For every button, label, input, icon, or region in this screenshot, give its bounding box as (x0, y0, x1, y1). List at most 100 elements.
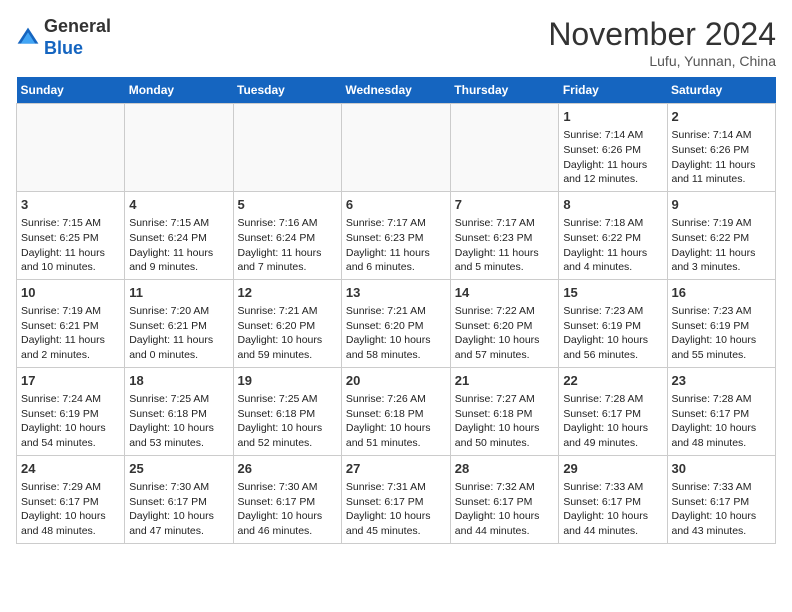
day-info: Sunrise: 7:30 AM Sunset: 6:17 PM Dayligh… (238, 480, 337, 539)
calendar-cell: 1 Sunrise: 7:14 AM Sunset: 6:26 PM Daylig… (559, 104, 667, 192)
day-info: Sunrise: 7:19 AM Sunset: 6:21 PM Dayligh… (21, 304, 120, 363)
weekday-header-tuesday: Tuesday (233, 77, 341, 104)
calendar-week-1: 1 Sunrise: 7:14 AM Sunset: 6:26 PM Daylig… (17, 104, 776, 192)
calendar-cell: 30 Sunrise: 7:33 AM Sunset: 6:17 PM Dayli… (667, 455, 776, 543)
weekday-header-sunday: Sunday (17, 77, 125, 104)
logo-icon (16, 26, 40, 50)
calendar-cell: 19 Sunrise: 7:25 AM Sunset: 6:18 PM Dayli… (233, 367, 341, 455)
calendar-cell (125, 104, 233, 192)
day-number: 19 (238, 372, 337, 390)
day-number: 15 (563, 284, 662, 302)
calendar-cell: 3 Sunrise: 7:15 AM Sunset: 6:25 PM Daylig… (17, 191, 125, 279)
day-number: 20 (346, 372, 446, 390)
calendar-cell: 22Sunrise: 7:28 AM Sunset: 6:17 PM Dayli… (559, 367, 667, 455)
day-info: Sunrise: 7:21 AM Sunset: 6:20 PM Dayligh… (238, 304, 337, 363)
day-number: 13 (346, 284, 446, 302)
day-number: 8 (563, 196, 662, 214)
day-number: 23 (672, 372, 772, 390)
calendar-cell: 10 Sunrise: 7:19 AM Sunset: 6:21 PM Dayli… (17, 279, 125, 367)
logo-general-text: General (44, 16, 111, 36)
day-info: Sunrise: 7:15 AM Sunset: 6:25 PM Dayligh… (21, 216, 120, 275)
day-info: Sunrise: 7:27 AM Sunset: 6:18 PM Dayligh… (455, 392, 555, 451)
day-info: Sunrise: 7:23 AM Sunset: 6:19 PM Dayligh… (672, 304, 772, 363)
location: Lufu, Yunnan, China (548, 53, 776, 69)
calendar-cell: 2 Sunrise: 7:14 AM Sunset: 6:26 PM Daylig… (667, 104, 776, 192)
day-number: 16 (672, 284, 772, 302)
day-number: 2 (672, 108, 772, 126)
weekday-header-thursday: Thursday (450, 77, 559, 104)
calendar-cell: 11 Sunrise: 7:20 AM Sunset: 6:21 PM Dayli… (125, 279, 233, 367)
day-info: Sunrise: 7:17 AM Sunset: 6:23 PM Dayligh… (455, 216, 555, 275)
calendar-cell: 5 Sunrise: 7:16 AM Sunset: 6:24 PM Daylig… (233, 191, 341, 279)
day-number: 30 (672, 460, 772, 478)
calendar-cell: 23Sunrise: 7:28 AM Sunset: 6:17 PM Dayli… (667, 367, 776, 455)
day-info: Sunrise: 7:30 AM Sunset: 6:17 PM Dayligh… (129, 480, 228, 539)
logo-blue-text: Blue (44, 38, 83, 58)
day-info: Sunrise: 7:33 AM Sunset: 6:17 PM Dayligh… (563, 480, 662, 539)
calendar-cell: 4Sunrise: 7:15 AM Sunset: 6:24 PM Daylig… (125, 191, 233, 279)
weekday-header-row: SundayMondayTuesdayWednesdayThursdayFrid… (17, 77, 776, 104)
day-number: 14 (455, 284, 555, 302)
day-info: Sunrise: 7:21 AM Sunset: 6:20 PM Dayligh… (346, 304, 446, 363)
day-number: 5 (238, 196, 337, 214)
day-info: Sunrise: 7:28 AM Sunset: 6:17 PM Dayligh… (563, 392, 662, 451)
day-number: 18 (129, 372, 228, 390)
day-number: 27 (346, 460, 446, 478)
calendar-cell (450, 104, 559, 192)
calendar-cell: 12Sunrise: 7:21 AM Sunset: 6:20 PM Dayli… (233, 279, 341, 367)
calendar-cell: 17 Sunrise: 7:24 AM Sunset: 6:19 PM Dayli… (17, 367, 125, 455)
calendar-cell: 26 Sunrise: 7:30 AM Sunset: 6:17 PM Dayli… (233, 455, 341, 543)
calendar-cell: 20 Sunrise: 7:26 AM Sunset: 6:18 PM Dayli… (341, 367, 450, 455)
page-header: General Blue November 2024 Lufu, Yunnan,… (16, 16, 776, 69)
calendar-cell: 28Sunrise: 7:32 AM Sunset: 6:17 PM Dayli… (450, 455, 559, 543)
calendar-week-4: 17 Sunrise: 7:24 AM Sunset: 6:19 PM Dayli… (17, 367, 776, 455)
day-info: Sunrise: 7:22 AM Sunset: 6:20 PM Dayligh… (455, 304, 555, 363)
day-number: 24 (21, 460, 120, 478)
calendar-cell: 13 Sunrise: 7:21 AM Sunset: 6:20 PM Dayli… (341, 279, 450, 367)
day-number: 17 (21, 372, 120, 390)
weekday-header-friday: Friday (559, 77, 667, 104)
day-info: Sunrise: 7:29 AM Sunset: 6:17 PM Dayligh… (21, 480, 120, 539)
calendar-cell: 29Sunrise: 7:33 AM Sunset: 6:17 PM Dayli… (559, 455, 667, 543)
day-number: 25 (129, 460, 228, 478)
day-info: Sunrise: 7:25 AM Sunset: 6:18 PM Dayligh… (238, 392, 337, 451)
day-number: 1 (563, 108, 662, 126)
day-info: Sunrise: 7:20 AM Sunset: 6:21 PM Dayligh… (129, 304, 228, 363)
calendar-week-5: 24 Sunrise: 7:29 AM Sunset: 6:17 PM Dayli… (17, 455, 776, 543)
calendar-table: SundayMondayTuesdayWednesdayThursdayFrid… (16, 77, 776, 544)
calendar-cell (17, 104, 125, 192)
day-number: 9 (672, 196, 772, 214)
day-info: Sunrise: 7:14 AM Sunset: 6:26 PM Dayligh… (563, 128, 662, 187)
weekday-header-saturday: Saturday (667, 77, 776, 104)
calendar-cell (233, 104, 341, 192)
logo: General Blue (16, 16, 111, 59)
calendar-cell: 18Sunrise: 7:25 AM Sunset: 6:18 PM Dayli… (125, 367, 233, 455)
day-info: Sunrise: 7:24 AM Sunset: 6:19 PM Dayligh… (21, 392, 120, 451)
day-info: Sunrise: 7:14 AM Sunset: 6:26 PM Dayligh… (672, 128, 772, 187)
day-info: Sunrise: 7:32 AM Sunset: 6:17 PM Dayligh… (455, 480, 555, 539)
calendar-cell: 24 Sunrise: 7:29 AM Sunset: 6:17 PM Dayli… (17, 455, 125, 543)
day-info: Sunrise: 7:18 AM Sunset: 6:22 PM Dayligh… (563, 216, 662, 275)
day-info: Sunrise: 7:23 AM Sunset: 6:19 PM Dayligh… (563, 304, 662, 363)
day-info: Sunrise: 7:16 AM Sunset: 6:24 PM Dayligh… (238, 216, 337, 275)
day-info: Sunrise: 7:19 AM Sunset: 6:22 PM Dayligh… (672, 216, 772, 275)
calendar-cell: 14 Sunrise: 7:22 AM Sunset: 6:20 PM Dayli… (450, 279, 559, 367)
calendar-cell: 27Sunrise: 7:31 AM Sunset: 6:17 PM Dayli… (341, 455, 450, 543)
day-number: 3 (21, 196, 120, 214)
calendar-cell: 21Sunrise: 7:27 AM Sunset: 6:18 PM Dayli… (450, 367, 559, 455)
day-number: 26 (238, 460, 337, 478)
weekday-header-wednesday: Wednesday (341, 77, 450, 104)
calendar-cell: 25 Sunrise: 7:30 AM Sunset: 6:17 PM Dayli… (125, 455, 233, 543)
day-number: 11 (129, 284, 228, 302)
day-number: 6 (346, 196, 446, 214)
calendar-week-2: 3 Sunrise: 7:15 AM Sunset: 6:25 PM Daylig… (17, 191, 776, 279)
day-number: 10 (21, 284, 120, 302)
day-number: 7 (455, 196, 555, 214)
day-info: Sunrise: 7:33 AM Sunset: 6:17 PM Dayligh… (672, 480, 772, 539)
calendar-cell: 15 Sunrise: 7:23 AM Sunset: 6:19 PM Dayli… (559, 279, 667, 367)
calendar-cell: 16 Sunrise: 7:23 AM Sunset: 6:19 PM Dayli… (667, 279, 776, 367)
day-info: Sunrise: 7:15 AM Sunset: 6:24 PM Dayligh… (129, 216, 228, 275)
calendar-cell: 6Sunrise: 7:17 AM Sunset: 6:23 PM Daylig… (341, 191, 450, 279)
day-info: Sunrise: 7:26 AM Sunset: 6:18 PM Dayligh… (346, 392, 446, 451)
weekday-header-monday: Monday (125, 77, 233, 104)
